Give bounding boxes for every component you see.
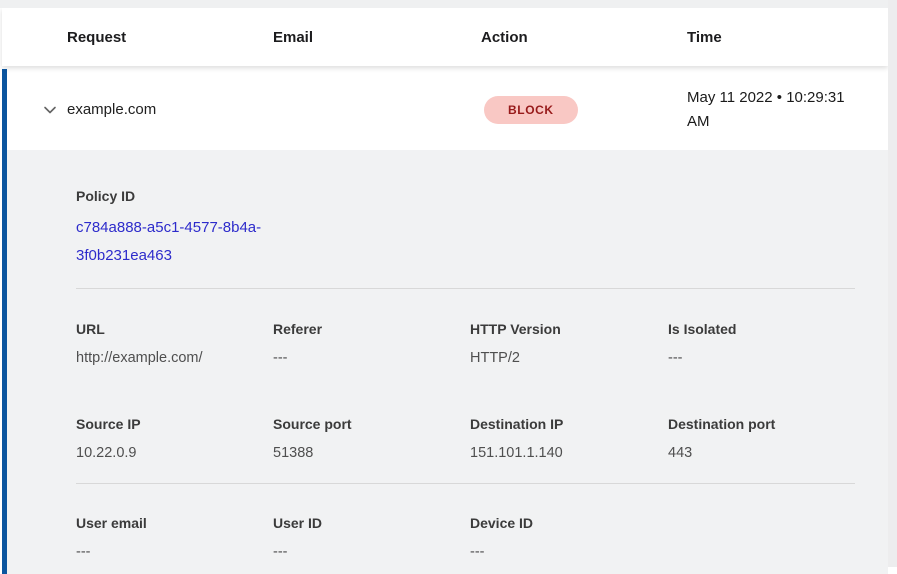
detail-field: URL http://example.com/: [76, 319, 273, 368]
detail-field: Referer ---: [273, 319, 470, 368]
field-value: 51388: [273, 443, 458, 463]
detail-field: Is Isolated ---: [668, 319, 855, 368]
policy-id-block: Policy ID c784a888-a5c1-4577-8b4a-3f0b23…: [76, 186, 855, 270]
detail-field: User ID ---: [273, 513, 470, 562]
detail-divider: [76, 483, 855, 484]
field-label: URL: [76, 319, 261, 339]
field-value: ---: [470, 542, 656, 562]
time-cell: May 11 2022 • 10:29:31 AM: [687, 86, 888, 134]
detail-field: Device ID ---: [470, 513, 668, 562]
field-label: Device ID: [470, 513, 656, 533]
field-label: Referer: [273, 319, 458, 339]
detail-section-request: URL http://example.com/ Referer --- HTTP…: [76, 319, 855, 368]
policy-id-label: Policy ID: [76, 186, 855, 206]
field-label: User ID: [273, 513, 458, 533]
field-label: Source port: [273, 414, 458, 434]
detail-section-user: User email --- User ID --- Device ID ---: [76, 513, 855, 562]
page-right-gutter: [888, 0, 897, 567]
log-table-card: Request Email Action Time example.com BL…: [2, 8, 888, 567]
page-top-gutter: [0, 0, 897, 8]
field-value: ---: [668, 348, 855, 368]
block-status-badge: BLOCK: [484, 96, 578, 124]
field-value: ---: [76, 542, 261, 562]
field-value: ---: [273, 348, 458, 368]
field-label: Source IP: [76, 414, 261, 434]
field-label: Is Isolated: [668, 319, 855, 339]
column-header-email: Email: [273, 29, 481, 46]
field-value: HTTP/2: [470, 348, 656, 368]
column-header-request: Request: [67, 29, 273, 46]
detail-field: User email ---: [76, 513, 273, 562]
policy-id-link[interactable]: c784a888-a5c1-4577-8b4a-3f0b231ea463: [76, 214, 272, 270]
detail-field: HTTP Version HTTP/2: [470, 319, 668, 368]
chevron-down-icon[interactable]: [42, 102, 58, 118]
column-header-time: Time: [687, 29, 888, 46]
field-value: http://example.com/: [76, 348, 261, 368]
request-cell: example.com: [7, 101, 273, 118]
detail-field: Source port 51388: [273, 414, 470, 463]
table-row[interactable]: example.com BLOCK May 11 2022 • 10:29:31…: [2, 69, 888, 150]
detail-field: Destination IP 151.101.1.140: [470, 414, 668, 463]
request-domain: example.com: [67, 101, 156, 118]
field-label: Destination IP: [470, 414, 656, 434]
field-value: 151.101.1.140: [470, 443, 656, 463]
time-value: May 11 2022 • 10:29:31 AM: [687, 86, 867, 134]
action-cell: BLOCK: [481, 96, 687, 124]
field-value: 443: [668, 443, 855, 463]
detail-field: Destination port 443: [668, 414, 855, 463]
detail-field: [668, 513, 855, 562]
field-label: Destination port: [668, 414, 855, 434]
row-detail-panel: Policy ID c784a888-a5c1-4577-8b4a-3f0b23…: [2, 150, 888, 574]
field-value: ---: [273, 542, 458, 562]
table-header-row: Request Email Action Time: [2, 8, 888, 66]
detail-divider: [76, 288, 855, 289]
detail-field: Source IP 10.22.0.9: [76, 414, 273, 463]
field-label: User email: [76, 513, 261, 533]
column-header-action: Action: [481, 29, 687, 46]
field-value: 10.22.0.9: [76, 443, 261, 463]
field-label: HTTP Version: [470, 319, 656, 339]
detail-section-network: Source IP 10.22.0.9 Source port 51388 De…: [76, 414, 855, 463]
